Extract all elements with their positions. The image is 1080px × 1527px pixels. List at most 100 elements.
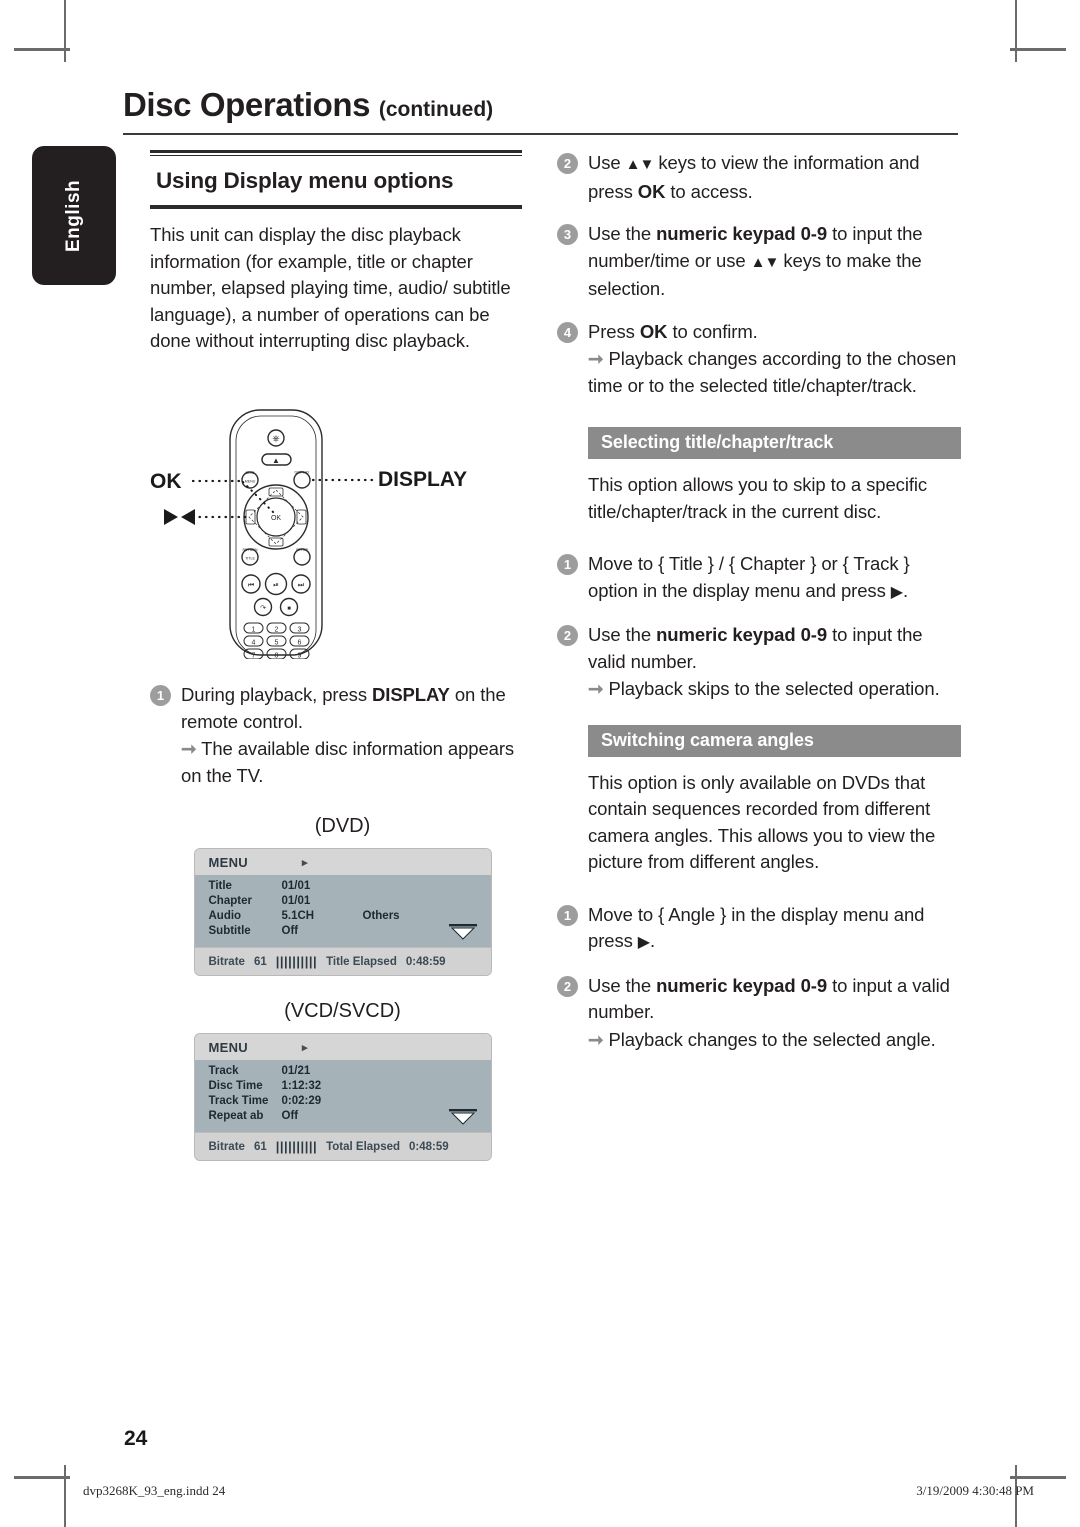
step-input-angle-number: 2 Use the numeric keypad 0-9 to input a … [557,973,961,1054]
section-rule-bottom-thick [150,206,522,209]
svg-text:1: 1 [252,627,256,634]
title-divider [123,133,958,135]
step-result-text: The available disc information appears o… [181,738,515,786]
step-move-to-angle: 1 Move to { Angle } in the display menu … [557,902,961,957]
banner-switching-camera-angles: Switching camera angles [588,724,961,757]
up-down-arrows-icon: ▲▼ [625,156,655,173]
page-header: Disc Operations (continued) [123,86,958,135]
step-2-view-info: 2 Use ▲▼ keys to view the information an… [557,150,961,205]
right-column: 2 Use ▲▼ keys to view the information an… [557,150,961,1053]
remote-control-svg: ⎈ ▲ DISC MENU DISPLAY OK RETURN TITLE SE… [164,409,380,660]
svg-text:8: 8 [275,653,279,660]
svg-text:▲: ▲ [272,456,280,465]
step-result: ➞ Playback changes according to the chos… [588,346,961,399]
step-text: Press OK to confirm. [588,319,961,346]
osd-row-value: 0:02:29 [281,1094,322,1107]
step-text-bold: DISPLAY [372,684,450,705]
crop-mark-bottom-left [64,1465,66,1527]
svg-text:3: 3 [298,627,302,634]
elapsed-value: 0:48:59 [405,955,446,968]
step-text-a: Use the [588,223,657,244]
step-text-a: Use the [588,974,657,996]
osd-row-key: Repeat ab [208,1109,264,1122]
osd-row-key: Subtitle [208,924,251,937]
step-result: ➞ The available disc information appears… [181,736,535,789]
result-arrow-icon: ➞ [588,348,604,369]
step-number-badge: 2 [557,153,578,174]
svg-text:7: 7 [252,653,256,660]
step-display-press: 1 During playback, press DISPLAY on the … [150,682,535,789]
bitrate-label: Bitrate [208,955,245,968]
step-result-text: Playback skips to the selected operation… [608,678,940,699]
osd-dvd-header: MENU ▸ [194,849,491,875]
left-column: Using Display menu options This unit can… [150,150,535,355]
ok-key-label: OK [639,320,668,342]
crop-mark-top-right [1015,0,1017,62]
osd-row-value: 01/21 [281,1064,311,1077]
osd-vcd-footer: Bitrate 61 |||||||||| Total Elapsed 0:48… [194,1132,491,1160]
osd-row-value: Off [281,1109,299,1122]
osd-dvd-body: Title 01/01 Chapter 01/01 Audio 5.1CH Ot… [194,875,491,947]
osd-row-value: Off [281,924,299,937]
svg-text:⎈: ⎈ [272,434,279,444]
osd-row-extra: Others [362,909,400,922]
numeric-keypad-label: numeric keypad 0-9 [656,974,828,996]
page-title: Disc Operations (continued) [123,86,958,124]
osd-row-key: Title [208,879,232,892]
svg-text:2: 2 [275,627,279,634]
step-text-b: to confirm. [667,320,758,342]
step-result: ➞ Playback skips to the selected operati… [588,676,961,703]
step-text-a: Press [588,320,640,342]
bitrate-bars-icon: |||||||||| [275,1139,318,1154]
step-text-b: . [650,930,656,951]
callout-ok-label: OK [150,470,182,493]
language-tab: English [32,146,116,285]
banner-selecting-title-chapter-track: Selecting title/chapter/track [588,427,961,459]
result-arrow-icon: ➞ [588,1028,604,1050]
step-text: During playback, press DISPLAY on the re… [181,682,535,735]
svg-text:TITLE: TITLE [245,557,255,561]
result-arrow-icon: ➞ [181,738,197,759]
step-text: Use the numeric keypad 0-9 to input the … [588,221,961,303]
osd-row: Title 01/01 [195,878,491,893]
caret-right-icon: ▸ [301,1042,308,1054]
step-number-badge: 1 [557,904,578,926]
ok-key-label: OK [637,180,666,202]
step-result-text: Playback changes to the selected angle. [608,1028,936,1050]
osd-row-key: Chapter [208,894,252,907]
osd-row: Disc Time 1:12:32 [195,1078,491,1093]
step-number-badge: 1 [557,554,578,575]
osd-dvd-footer: Bitrate 61 |||||||||| Title Elapsed 0:48… [194,947,491,975]
svg-text:DISPLAY: DISPLAY [295,471,311,475]
svg-text:4: 4 [252,640,256,647]
step-text-a: During playback, press [181,684,373,705]
step-text-a: Use the [588,624,657,645]
osd-vcd-header: MENU ▸ [194,1034,491,1060]
page-number: 24 [124,1427,148,1450]
step-text-c: to access. [665,180,753,202]
osd-row: Audio 5.1CH Others [195,908,491,923]
svg-text:SETUP: SETUP [296,548,309,552]
osd-dvd-header-label: MENU [208,855,248,870]
result-arrow-icon: ➞ [588,678,604,699]
osd-row-value: 01/01 [281,879,311,892]
elapsed-label: Title Elapsed [326,955,397,968]
svg-text:DISC: DISC [246,471,255,475]
osd-row-key: Disc Time [208,1079,263,1092]
svg-text:↷: ↷ [260,605,266,612]
crop-mark-right-bottom [1010,1476,1066,1479]
section-heading-block: Using Display menu options [150,150,522,209]
section-rule-top-thick [150,150,522,153]
elapsed-label: Total Elapsed [326,1140,401,1153]
step-move-to-title: 1 Move to { Title } / { Chapter } or { T… [557,551,961,606]
osd-row: Chapter 01/01 [195,893,491,908]
svg-text:MENU: MENU [245,480,256,484]
intro-paragraph: This unit can display the disc playback … [150,224,511,351]
step-text: Use the numeric keypad 0-9 to input a va… [588,973,961,1026]
osd-row-value: 1:12:32 [281,1079,322,1092]
section-title: Using Display menu options [156,168,454,193]
step-text-a: Use [588,152,626,173]
crop-mark-left-bottom [14,1476,70,1479]
bitrate-value: 61 [253,955,267,968]
svg-text:6: 6 [298,640,302,647]
